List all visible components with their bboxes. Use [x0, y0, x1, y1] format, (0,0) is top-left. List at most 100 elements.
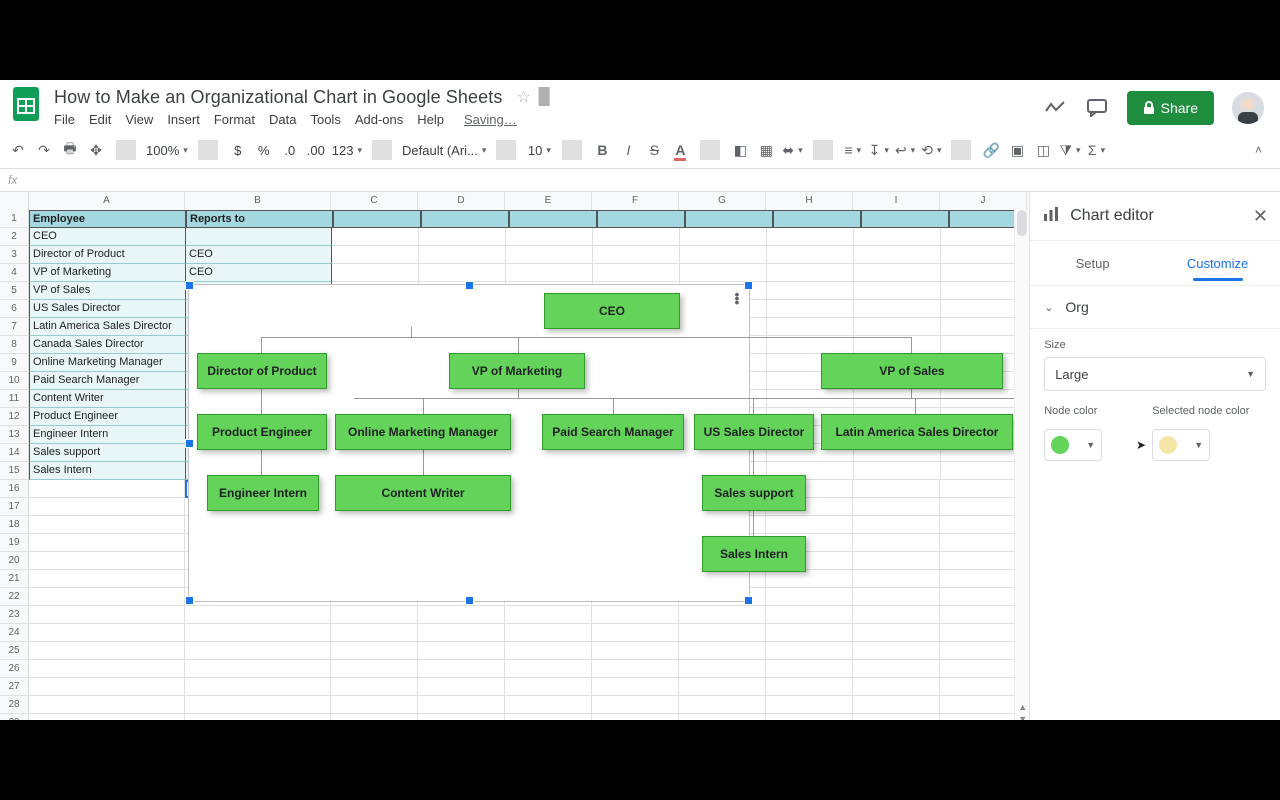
cell[interactable] [679, 642, 766, 660]
col-header-a[interactable]: A [29, 192, 185, 210]
functions-icon[interactable]: Σ [1087, 138, 1107, 162]
cell[interactable] [332, 246, 419, 264]
cell[interactable] [853, 552, 940, 570]
comments-icon[interactable] [1085, 96, 1109, 120]
row-header[interactable]: 25 [0, 642, 29, 660]
menu-data[interactable]: Data [269, 112, 296, 127]
row-header[interactable]: 21 [0, 570, 29, 588]
chart-icon[interactable]: ◫ [1033, 138, 1053, 162]
cell[interactable] [767, 318, 854, 336]
org-node[interactable]: Engineer Intern [207, 475, 319, 511]
cell[interactable] [853, 570, 940, 588]
strike-icon[interactable]: S [644, 138, 664, 162]
dec-decrease[interactable]: .0 [280, 138, 300, 162]
cell[interactable]: US Sales Director [29, 300, 186, 318]
cell[interactable] [853, 696, 940, 714]
resize-handle[interactable] [744, 281, 753, 290]
cell[interactable] [186, 228, 332, 246]
cell[interactable] [685, 210, 773, 228]
node-color-picker[interactable]: ▼ [1044, 429, 1102, 461]
row-header[interactable]: 20 [0, 552, 29, 570]
cell[interactable] [421, 210, 509, 228]
cell[interactable] [506, 264, 593, 282]
cell[interactable]: Reports to [186, 210, 333, 228]
row-header[interactable]: 8 [0, 336, 29, 354]
row-header[interactable]: 12 [0, 408, 29, 426]
org-chart-object[interactable]: ••• [188, 284, 750, 602]
row-header[interactable]: 27 [0, 678, 29, 696]
row-header[interactable]: 16 [0, 480, 29, 498]
section-org[interactable]: ⌄ Org [1030, 285, 1280, 329]
cell[interactable] [418, 678, 505, 696]
cell[interactable] [679, 624, 766, 642]
bold-icon[interactable]: B [592, 138, 612, 162]
resize-handle[interactable] [185, 281, 194, 290]
redo-icon[interactable]: ↷ [34, 138, 54, 162]
formula-bar[interactable]: fx [0, 169, 1280, 192]
org-node[interactable]: CEO [544, 293, 680, 329]
menu-file[interactable]: File [54, 112, 75, 127]
resize-handle[interactable] [465, 281, 474, 290]
row-header[interactable]: 17 [0, 498, 29, 516]
cell[interactable] [680, 264, 767, 282]
col-header-e[interactable]: E [505, 192, 592, 210]
spreadsheet-grid[interactable]: A B C D E F G H I J 1EmployeeReports to2… [0, 192, 1029, 726]
cell[interactable] [679, 606, 766, 624]
row-header[interactable]: 15 [0, 462, 29, 480]
cell[interactable] [185, 606, 331, 624]
cell[interactable] [854, 300, 941, 318]
share-button[interactable]: Share [1127, 91, 1214, 125]
cell[interactable] [29, 516, 185, 534]
org-node[interactable]: US Sales Director [694, 414, 814, 450]
format-123[interactable]: 123 [332, 138, 362, 162]
row-header[interactable]: 2 [0, 228, 29, 246]
print-icon[interactable]: 🖶 [60, 138, 80, 162]
cell[interactable] [853, 480, 940, 498]
cell[interactable] [853, 678, 940, 696]
cell[interactable] [331, 624, 418, 642]
text-color-icon[interactable]: A [670, 138, 690, 162]
cell[interactable] [854, 246, 941, 264]
cell[interactable] [854, 264, 941, 282]
cell[interactable] [592, 660, 679, 678]
cell[interactable] [332, 264, 419, 282]
chart-menu-icon[interactable]: ••• [729, 291, 745, 311]
fill-color-icon[interactable]: ◧ [730, 138, 750, 162]
sheets-logo[interactable] [6, 84, 46, 124]
zoom-select[interactable]: 100% [146, 138, 188, 162]
cell[interactable] [29, 534, 185, 552]
cell[interactable]: Canada Sales Director [29, 336, 186, 354]
cell[interactable] [331, 606, 418, 624]
row-header[interactable]: 4 [0, 264, 29, 282]
org-node[interactable]: Product Engineer [197, 414, 327, 450]
row-header[interactable]: 26 [0, 660, 29, 678]
row-header[interactable]: 11 [0, 390, 29, 408]
row-header[interactable]: 28 [0, 696, 29, 714]
cell[interactable] [854, 390, 941, 408]
cell[interactable] [767, 282, 854, 300]
cell[interactable]: Content Writer [29, 390, 186, 408]
link-icon[interactable]: 🔗 [981, 138, 1001, 162]
cell[interactable] [29, 480, 185, 498]
col-header-f[interactable]: F [592, 192, 679, 210]
dec-increase[interactable]: .00 [306, 138, 326, 162]
cell[interactable] [767, 300, 854, 318]
cell[interactable]: Director of Product [29, 246, 186, 264]
cell[interactable] [592, 624, 679, 642]
col-header-c[interactable]: C [331, 192, 418, 210]
cell[interactable] [29, 624, 185, 642]
cell[interactable] [506, 246, 593, 264]
cell[interactable] [766, 642, 853, 660]
tab-setup[interactable]: Setup [1030, 241, 1155, 285]
cell[interactable] [767, 246, 854, 264]
cell[interactable] [766, 516, 853, 534]
italic-icon[interactable]: I [618, 138, 638, 162]
cell[interactable] [332, 228, 419, 246]
col-header-j[interactable]: J [940, 192, 1027, 210]
paint-format-icon[interactable]: ✥ [86, 138, 106, 162]
fontsize-select[interactable]: 10 [526, 138, 552, 162]
cell[interactable] [766, 588, 853, 606]
cell[interactable]: CEO [186, 264, 332, 282]
cell[interactable] [418, 660, 505, 678]
cell[interactable] [679, 678, 766, 696]
